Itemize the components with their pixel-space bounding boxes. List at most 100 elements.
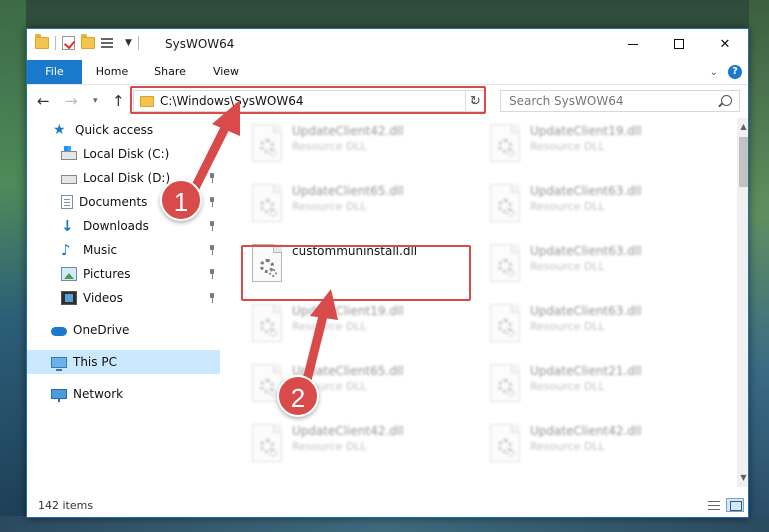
- tab-file[interactable]: File: [27, 60, 82, 84]
- up-arrow-icon[interactable]: ↑: [112, 92, 125, 110]
- pin-icon[interactable]: [208, 245, 216, 255]
- sidebar-item-label: Quick access: [75, 123, 154, 137]
- gear-icon: [269, 389, 277, 397]
- file-item[interactable]: UpdateClient21.dll Resource DLL: [482, 358, 720, 418]
- sidebar-item-label: Pictures: [83, 267, 131, 281]
- help-icon[interactable]: ?: [728, 65, 742, 79]
- dll-file-icon: [252, 124, 282, 162]
- sidebar-item-label: Network: [73, 387, 124, 401]
- file-item[interactable]: UpdateClient65.dll Resource DLL: [244, 178, 482, 238]
- customize-toolbar-icon[interactable]: [101, 37, 119, 49]
- dll-file-icon: [490, 424, 520, 462]
- toolbar-divider: [55, 36, 56, 50]
- expand-ribbon-icon[interactable]: ⌄: [710, 67, 718, 78]
- file-item[interactable]: UpdateClient19.dll Resource DLL: [244, 298, 482, 358]
- sidebar-item-videos[interactable]: Videos: [27, 286, 220, 310]
- pin-icon[interactable]: [208, 197, 216, 207]
- file-name: UpdateClient42.dll: [530, 424, 642, 438]
- file-list: UpdateClient42.dll Resource DLL UpdateCl…: [220, 118, 737, 487]
- tab-home[interactable]: Home: [87, 60, 137, 84]
- maximize-icon: [674, 39, 684, 49]
- file-item[interactable]: UpdateClient42.dll Resource DLL: [482, 418, 720, 478]
- file-item[interactable]: UpdateClient19.dll Resource DLL: [482, 118, 720, 178]
- details-view-icon[interactable]: [704, 498, 722, 512]
- scroll-thumb[interactable]: [739, 137, 748, 187]
- file-item[interactable]: UpdateClient63.dll Resource DLL: [482, 298, 720, 358]
- chevron-down-icon[interactable]: ▼: [125, 38, 132, 48]
- dll-file-icon: [490, 364, 520, 402]
- gear-icon: [507, 329, 515, 337]
- properties-check-icon[interactable]: [62, 36, 75, 50]
- sidebar-item-this-pc[interactable]: This PC: [27, 350, 220, 374]
- search-input[interactable]: Search SysWOW64: [500, 90, 740, 112]
- pin-icon[interactable]: [208, 173, 216, 183]
- file-name: UpdateClient63.dll: [530, 304, 642, 318]
- sidebar-item-label: This PC: [73, 355, 117, 369]
- recent-locations-icon[interactable]: ▾: [93, 96, 98, 106]
- file-type: Resource DLL: [292, 320, 367, 333]
- sidebar-item-label: Documents: [79, 195, 148, 209]
- sidebar-item-local-disk-c[interactable]: Local Disk (C:): [27, 142, 220, 166]
- file-type: Resource DLL: [292, 440, 367, 453]
- sidebar-item-label: Local Disk (D:): [83, 171, 171, 185]
- file-name: UpdateClient19.dll: [530, 124, 642, 138]
- sidebar-item-pictures[interactable]: Pictures: [27, 262, 220, 286]
- file-item[interactable]: UpdateClient63.dll Resource DLL: [482, 178, 720, 238]
- folder-icon[interactable]: [35, 34, 49, 49]
- title-bar: ▼ SysWOW64 ✕: [27, 29, 748, 60]
- file-type: Resource DLL: [530, 380, 605, 393]
- quick-access-toolbar: ▼: [35, 34, 139, 50]
- pin-icon[interactable]: [208, 221, 216, 231]
- desktop-background-left: [0, 0, 26, 532]
- videos-icon: [61, 291, 77, 305]
- sidebar-item-onedrive[interactable]: OneDrive: [27, 318, 220, 342]
- documents-icon: [61, 195, 73, 209]
- sidebar-item-label: Local Disk (C:): [83, 147, 170, 161]
- large-icons-view-icon[interactable]: [726, 498, 744, 512]
- status-bar: 142 items: [27, 493, 748, 517]
- file-item[interactable]: UpdateClient42.dll Resource DLL: [244, 118, 482, 178]
- sidebar-item-label: Music: [83, 243, 118, 257]
- file-type: Resource DLL: [530, 200, 605, 213]
- file-name: UpdateClient63.dll: [530, 184, 642, 198]
- downloads-icon: ↓: [61, 217, 74, 235]
- drive-icon: [61, 175, 77, 184]
- sidebar-item-quick-access[interactable]: ★ Quick access: [27, 118, 220, 142]
- star-icon: ★: [53, 122, 66, 138]
- scroll-up-icon[interactable]: ▲: [737, 120, 748, 134]
- close-button[interactable]: ✕: [702, 29, 748, 59]
- step-badge-2: 2: [277, 375, 319, 417]
- dll-file-icon: [252, 424, 282, 462]
- vertical-scrollbar[interactable]: ▲ ▼: [737, 118, 748, 487]
- forward-arrow-icon[interactable]: →: [65, 92, 78, 110]
- pin-icon[interactable]: [208, 149, 216, 159]
- file-name: UpdateClient21.dll: [530, 364, 642, 378]
- minimize-button[interactable]: [610, 29, 656, 59]
- dll-file-icon: [490, 304, 520, 342]
- new-folder-icon[interactable]: [81, 34, 95, 49]
- maximize-button[interactable]: [656, 29, 702, 59]
- back-arrow-icon[interactable]: ←: [37, 92, 50, 110]
- tab-share[interactable]: Share: [145, 60, 195, 84]
- sidebar-item-music[interactable]: ♪ Music: [27, 238, 220, 262]
- step-badge-1: 1: [160, 179, 202, 221]
- file-item[interactable]: UpdateClient63.dll Resource DLL: [482, 238, 720, 298]
- dll-file-icon: [490, 184, 520, 222]
- scroll-down-icon[interactable]: ▼: [737, 471, 748, 485]
- pin-icon[interactable]: [208, 293, 216, 303]
- sidebar-item-network[interactable]: Network: [27, 382, 220, 406]
- minimize-icon: [628, 43, 638, 45]
- pin-icon[interactable]: [208, 269, 216, 279]
- sidebar-item-label: Downloads: [83, 219, 149, 233]
- sidebar-item-label: OneDrive: [73, 323, 130, 337]
- desktop-background-right: [749, 0, 769, 532]
- file-type: Resource DLL: [530, 440, 605, 453]
- gear-icon: [269, 209, 277, 217]
- ribbon-right-controls: ⌄ ?: [710, 65, 742, 79]
- file-name: UpdateClient42.dll: [292, 124, 404, 138]
- gear-icon: [507, 209, 515, 217]
- tab-view[interactable]: View: [201, 60, 251, 84]
- navigation-pane: ★ Quick access Local Disk (C:) Local Dis…: [27, 118, 220, 487]
- file-item[interactable]: UpdateClient42.dll Resource DLL: [244, 418, 482, 478]
- window-title: SysWOW64: [165, 37, 235, 51]
